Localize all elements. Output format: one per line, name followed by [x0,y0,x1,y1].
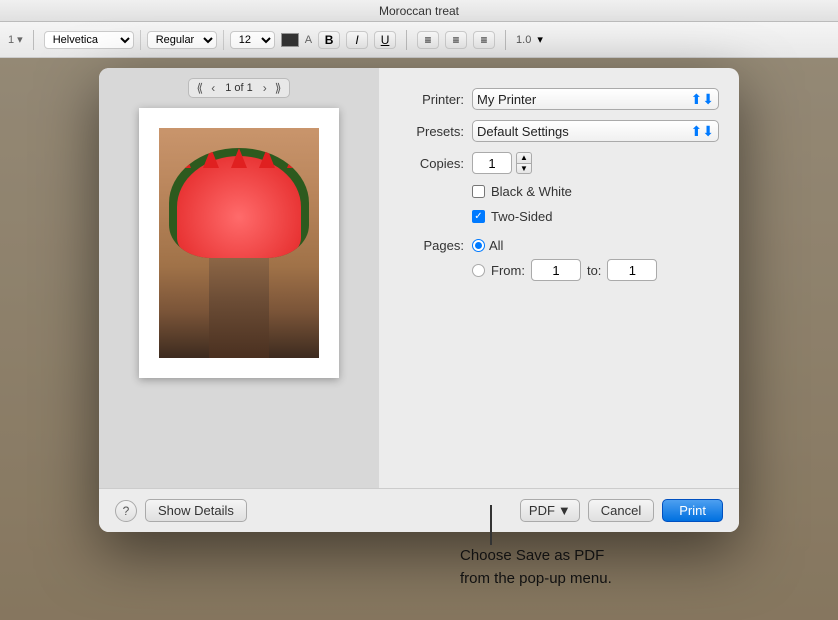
printer-row: Printer: My Printer ⬆⬇ [399,88,719,110]
spikes [169,148,309,168]
preview-nav: ⟪ ‹ 1 of 1 › ⟫ [188,78,291,98]
font-name-select[interactable]: Helvetica [44,31,134,49]
two-sided-checkbox[interactable]: ✓ [472,210,485,223]
footer-left: ? Show Details [115,499,247,522]
pages-from-option [472,264,485,277]
spike4 [259,148,275,168]
last-page-button[interactable]: ⟫ [273,81,284,95]
callout-container: Choose Save as PDF from the pop-up menu. [460,505,612,590]
font-size-select[interactable]: 12 [230,31,275,49]
presets-chevron: ⬆⬇ [691,123,714,140]
toolbar: 1 ▾ Helvetica Regular 12 A B I U ≡ ≡ ≡ 1… [0,22,838,58]
spike1 [175,148,191,168]
callout-line [490,505,492,545]
spike2 [203,148,219,168]
pages-row: Pages: All [399,238,719,253]
color-swatch[interactable] [281,33,299,47]
line-spacing-label: 1.0 [516,34,531,46]
show-details-button[interactable]: Show Details [145,499,247,522]
pages-all-label: All [489,238,503,253]
copies-input[interactable]: 1 [472,152,512,174]
presets-label: Presets: [399,124,464,139]
dialog-footer: ? Show Details PDF ▼ Cancel Print [99,488,739,532]
divider [140,30,141,50]
presets-select[interactable]: Default Settings ⬆⬇ [472,120,719,142]
italic-button[interactable]: I [346,31,368,49]
from-label: From: [491,263,525,278]
printer-select[interactable]: My Printer ⬆⬇ [472,88,719,110]
bw-label: Black & White [491,184,572,199]
copies-spinner-buttons: ▲ ▼ [516,152,532,174]
dialog-inner: ⟪ ‹ 1 of 1 › ⟫ [99,68,739,488]
preview-image [159,128,319,358]
pages-all-option: All [472,238,503,253]
two-sided-row: ✓ Two-Sided [472,209,719,224]
presets-control: Default Settings ⬆⬇ [472,120,719,142]
next-page-button[interactable]: › [261,81,269,95]
pages-from-radio[interactable] [472,264,485,277]
align-right-button[interactable]: ≡ [473,31,495,49]
preview-panel: ⟪ ‹ 1 of 1 › ⟫ [99,68,379,488]
line-spacing-icon: ▾ [537,33,543,46]
print-button[interactable]: Print [662,499,723,522]
divider2 [223,30,224,50]
print-dialog: ⟪ ‹ 1 of 1 › ⟫ [99,68,739,532]
printer-chevron: ⬆⬇ [691,91,714,108]
title-bar: Moroccan treat [0,0,838,22]
pages-all-radio[interactable] [472,239,485,252]
preview-paper [139,108,339,378]
copies-increment[interactable]: ▲ [516,152,532,163]
copies-decrement[interactable]: ▼ [516,163,532,174]
underline-button[interactable]: U [374,31,396,49]
bw-row: Black & White [472,184,719,199]
callout-line1: Choose Save as PDF [460,547,604,564]
divider4 [505,30,506,50]
to-label: to: [587,263,601,278]
watermelon-flesh [177,156,301,258]
spike3 [231,148,247,168]
copies-label: Copies: [399,156,464,171]
presets-row: Presets: Default Settings ⬆⬇ [399,120,719,142]
watermelon-outer [169,148,309,258]
toolbar-divider [33,30,34,50]
font-style-select[interactable]: Regular [147,31,217,49]
font-color-icon: A [305,34,312,46]
pages-label: Pages: [399,238,464,253]
prev-page-button[interactable]: ‹ [209,81,217,95]
copies-spinner: 1 ▲ ▼ [472,152,532,174]
spike5 [287,148,303,168]
align-left-button[interactable]: ≡ [417,31,439,49]
callout-line2: from the pop-up menu. [460,570,612,587]
align-center-button[interactable]: ≡ [445,31,467,49]
divider3 [406,30,407,50]
printer-label: Printer: [399,92,464,107]
printer-value: My Printer [477,92,536,107]
dialog-overlay: ⟪ ‹ 1 of 1 › ⟫ [0,58,838,620]
controls-panel: Printer: My Printer ⬆⬇ Presets: Default … [379,68,739,488]
page-count-label: 1 of 1 [225,82,253,94]
to-input[interactable] [607,259,657,281]
pages-from-row: From: to: [472,259,719,281]
callout-text: Choose Save as PDF from the pop-up menu. [460,545,612,590]
two-sided-label: Two-Sided [491,209,552,224]
pages-section: Pages: All From: to: [399,238,719,281]
page-number-icon: 1 ▾ [8,33,23,46]
bw-checkbox[interactable] [472,185,485,198]
help-button[interactable]: ? [115,500,137,522]
copies-row: Copies: 1 ▲ ▼ [399,152,719,174]
first-page-button[interactable]: ⟪ [195,81,206,95]
window-title: Moroccan treat [379,4,459,18]
from-input[interactable] [531,259,581,281]
bold-button[interactable]: B [318,31,340,49]
printer-control: My Printer ⬆⬇ [472,88,719,110]
presets-value: Default Settings [477,124,569,139]
